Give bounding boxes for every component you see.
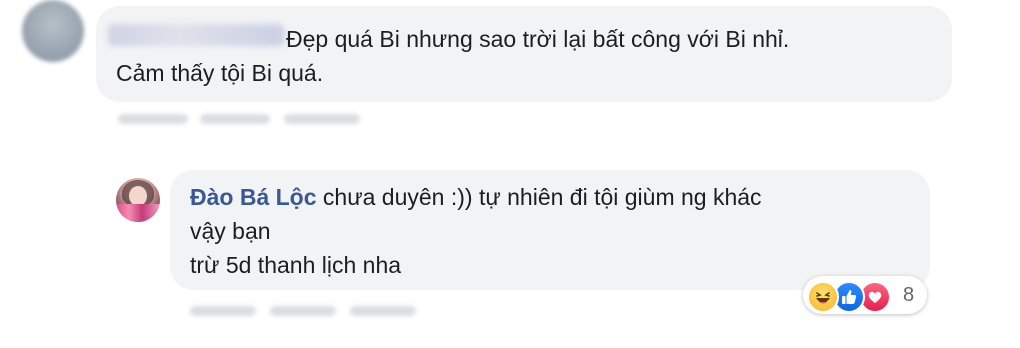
commenter-avatar-blurred[interactable] <box>22 0 84 62</box>
reply-text-line-2: vậy bạn <box>190 218 271 244</box>
reply-like-action-blurred[interactable] <box>190 306 256 316</box>
reply-action-blurred[interactable] <box>200 114 270 124</box>
reply-author-avatar[interactable] <box>116 178 160 222</box>
comment-text-line-2: Cảm thấy tội Bi quá. <box>116 60 324 86</box>
reactions-summary[interactable]: 8 <box>803 276 927 314</box>
commenter-name-blurred[interactable] <box>108 24 284 46</box>
reaction-count: 8 <box>903 284 915 306</box>
reply-text-line-1: Đào Bá Lộc chưa duyên :)) tự nhiên đi tộ… <box>190 180 762 214</box>
haha-icon <box>807 281 839 313</box>
like-action-blurred[interactable] <box>118 114 188 124</box>
reply-text-line-3: trừ 5d thanh lịch nha <box>190 252 402 278</box>
comment-text-line-1: Đẹp quá Bi nhưng sao trời lại bất công v… <box>286 26 790 52</box>
avatar-face <box>129 186 147 206</box>
reply-reply-action-blurred[interactable] <box>270 306 336 316</box>
avatar-flowers <box>116 204 160 222</box>
reply-author-name[interactable]: Đào Bá Lộc <box>190 184 317 210</box>
timestamp-blurred[interactable] <box>284 114 360 124</box>
reply-timestamp-blurred[interactable] <box>350 306 416 316</box>
reply-text-start: chưa duyên :)) tự nhiên đi tội giùm ng k… <box>316 184 762 210</box>
